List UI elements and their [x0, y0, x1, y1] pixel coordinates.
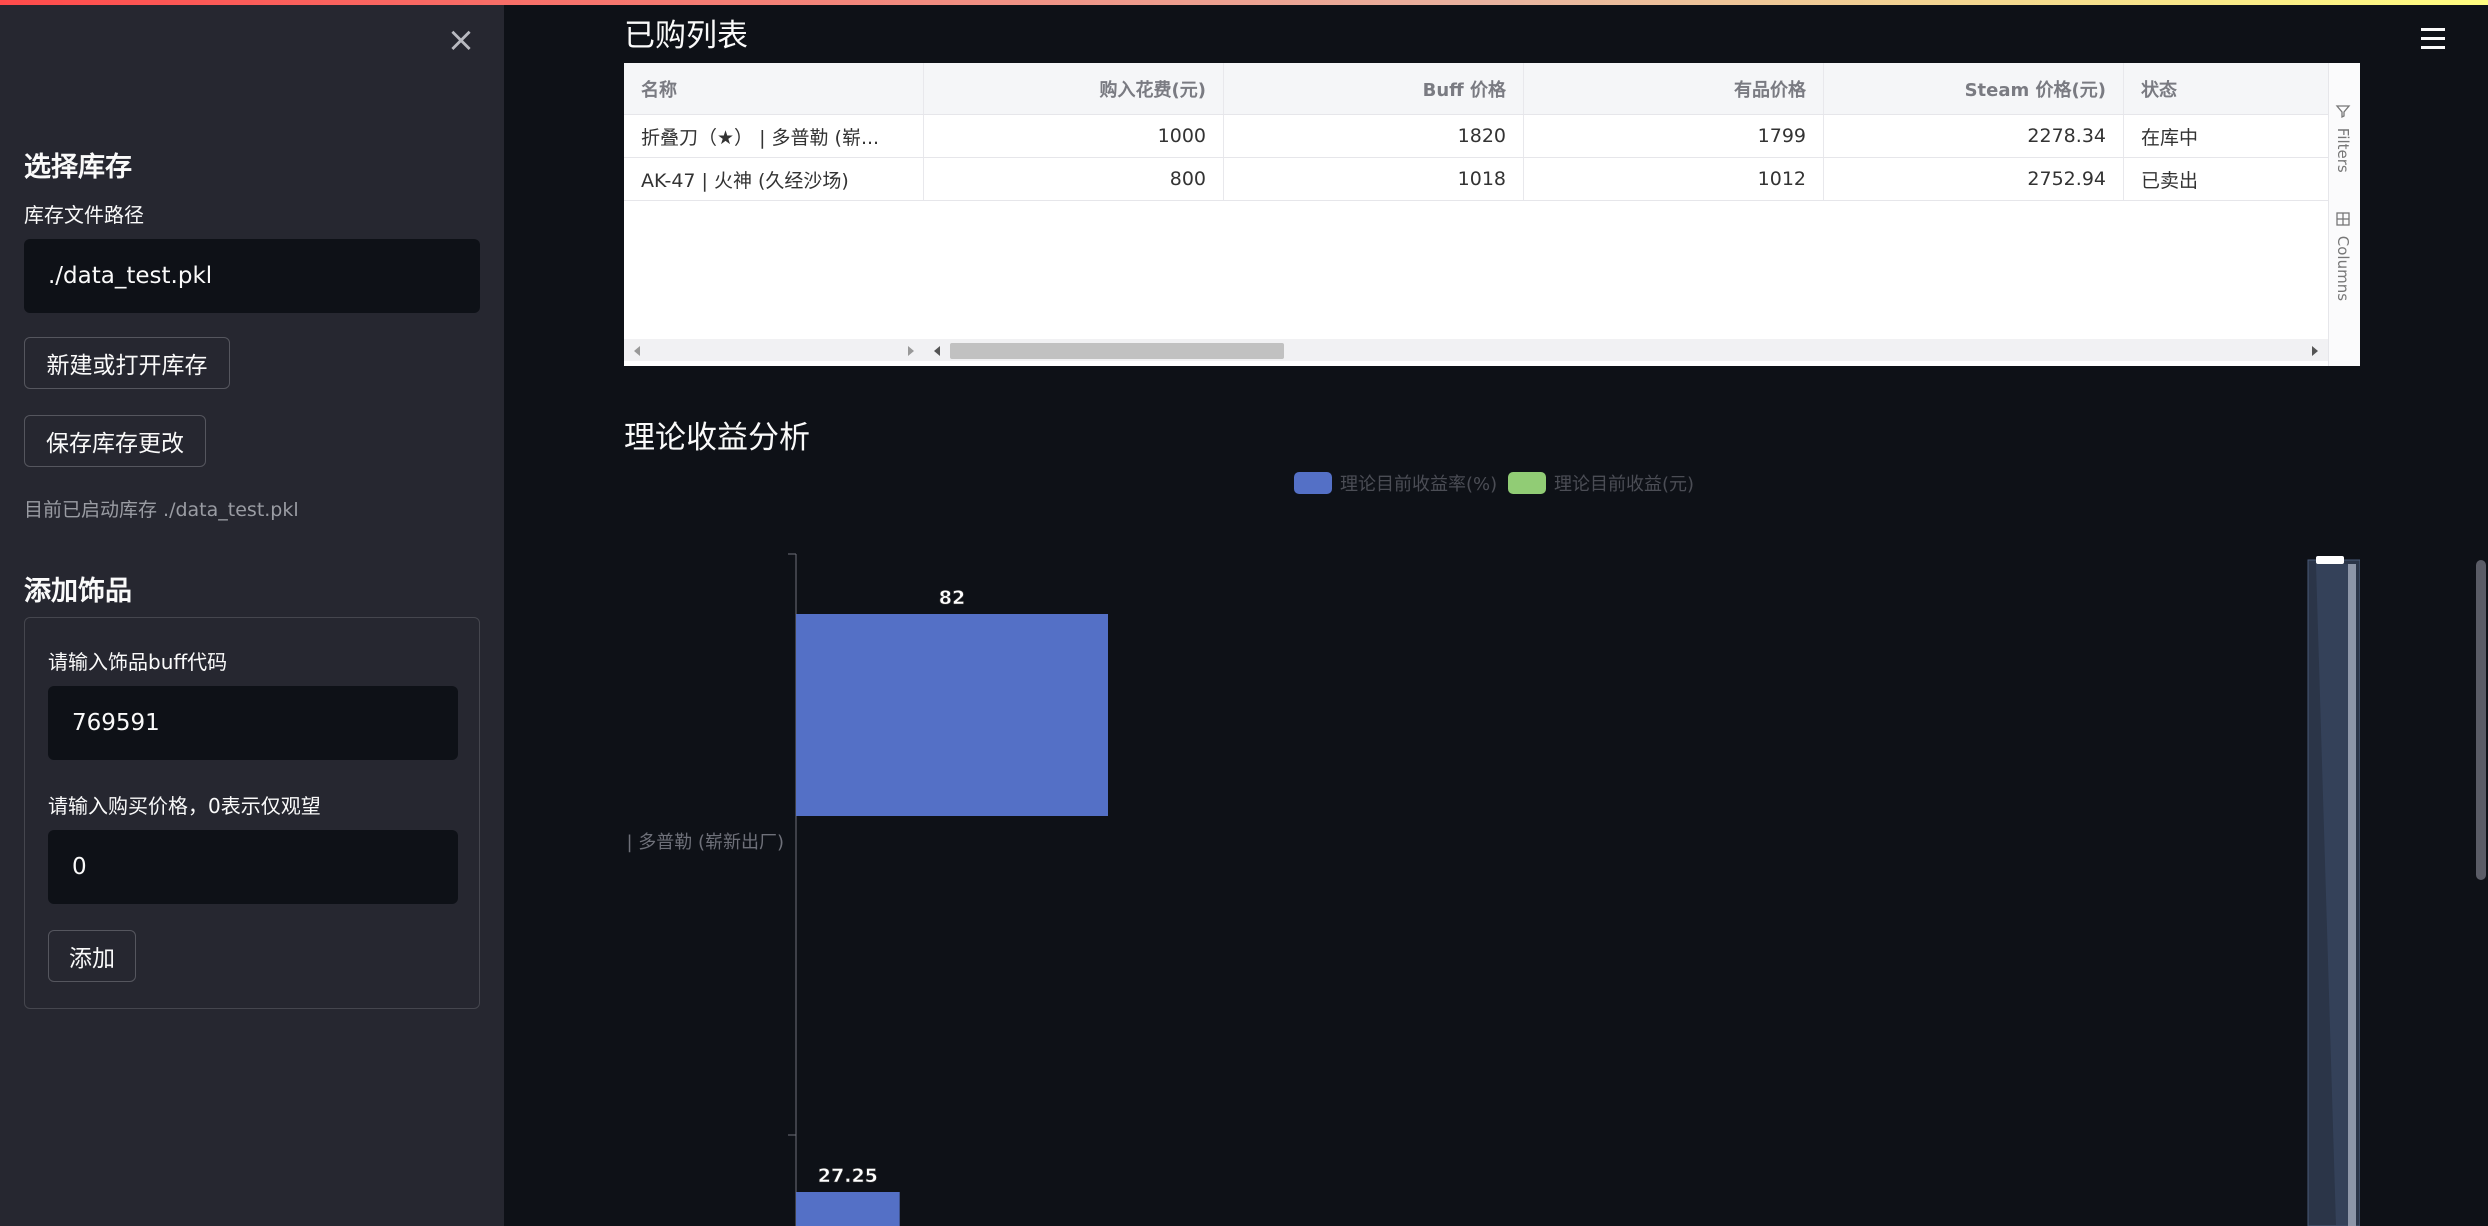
y-tick-label: | 多普勒 (崭新出厂): [626, 832, 784, 853]
bar-data-label: 82: [939, 587, 965, 609]
scroll-right-arrow-icon[interactable]: [2312, 346, 2318, 356]
section-title-select-inventory: 选择库存: [24, 152, 132, 183]
scroll-left-arrow-icon[interactable]: [934, 346, 940, 356]
cell-cost[interactable]: 800: [924, 158, 1224, 200]
close-sidebar-icon[interactable]: ×: [446, 23, 476, 57]
cell-name[interactable]: AK-47 | 火神 (久经沙场): [624, 158, 924, 200]
column-header-status[interactable]: 状态: [2124, 63, 2328, 114]
status-caption: 目前已启动库存 ./data_test.pkl: [24, 499, 299, 521]
filter-icon: [2335, 105, 2351, 119]
purchased-list-title: 已购列表: [624, 18, 748, 54]
code-label: 请输入饰品buff代码: [48, 650, 228, 674]
columns-icon: [2336, 212, 2350, 226]
path-label: 库存文件路径: [24, 203, 144, 227]
save-inventory-button[interactable]: 保存库存更改: [24, 415, 206, 467]
cell-buff-price[interactable]: 1018: [1224, 158, 1524, 200]
buff-code-input[interactable]: 769591: [48, 686, 458, 760]
scroll-right-arrow-icon[interactable]: [908, 346, 914, 356]
columns-toggle[interactable]: Columns: [2334, 211, 2352, 301]
cell-name[interactable]: 折叠刀（★） | 多普勒 (崭...: [624, 115, 924, 157]
scrollbar-thumb[interactable]: [950, 343, 1284, 359]
bars-group: 82 27.25: [796, 587, 1108, 1226]
purchased-table: 名称 购入花费(元) Buff 价格 有品价格 Steam 价格(元) 状态 折…: [624, 63, 2360, 366]
analysis-title: 理论收益分析: [624, 420, 810, 456]
cell-status[interactable]: 在库中: [2124, 115, 2328, 157]
open-inventory-button[interactable]: 新建或打开库存: [24, 337, 230, 389]
chart-plot: | 多普勒 (崭新出厂) 82 27.25: [626, 553, 2360, 1226]
add-item-form: 请输入饰品buff代码 769591 请输入购买价格，0表示仅观望 0 添加: [24, 617, 480, 1009]
add-button[interactable]: 添加: [48, 930, 136, 982]
filters-label: Filters: [2334, 127, 2352, 173]
bar[interactable]: [796, 614, 1108, 816]
table-header: 名称 购入花费(元) Buff 价格 有品价格 Steam 价格(元) 状态: [624, 63, 2328, 115]
price-label: 请输入购买价格，0表示仅观望: [48, 794, 321, 818]
page-scrollbar-thumb[interactable]: [2476, 560, 2486, 880]
sidebar: × 选择库存 库存文件路径 ./data_test.pkl 新建或打开库存 保存…: [0, 5, 504, 1226]
main-menu-icon[interactable]: [2421, 28, 2449, 52]
table-side-toolbar: Filters Columns: [2328, 63, 2360, 366]
zoom-slider-bar[interactable]: [2348, 564, 2356, 1226]
table-horizontal-scrollbar[interactable]: [624, 339, 2328, 361]
columns-label: Columns: [2334, 235, 2352, 302]
column-header-buff-price[interactable]: Buff 价格: [1224, 63, 1524, 114]
profit-chart: 理论目前收益率(%) 理论目前收益(元) | 多普勒 (崭新出厂) 82 27.2…: [624, 460, 2360, 1226]
column-header-name[interactable]: 名称: [624, 63, 924, 114]
cell-steam-price[interactable]: 2278.34: [1824, 115, 2124, 157]
table-row[interactable]: 折叠刀（★） | 多普勒 (崭... 1000 1820 1799 2278.3…: [624, 115, 2328, 158]
section-title-add-item: 添加饰品: [24, 576, 132, 607]
table-grid: 名称 购入花费(元) Buff 价格 有品价格 Steam 价格(元) 状态 折…: [624, 63, 2328, 201]
column-header-youpin-price[interactable]: 有品价格: [1524, 63, 1824, 114]
table-row[interactable]: AK-47 | 火神 (久经沙场) 800 1018 1012 2752.94 …: [624, 158, 2328, 201]
bar[interactable]: [796, 1192, 900, 1226]
price-input[interactable]: 0: [48, 830, 458, 904]
zoom-slider-handle[interactable]: [2316, 556, 2344, 564]
filters-toggle[interactable]: Filters: [2334, 103, 2352, 173]
cell-buff-price[interactable]: 1820: [1224, 115, 1524, 157]
cell-cost[interactable]: 1000: [924, 115, 1224, 157]
column-header-steam-price[interactable]: Steam 价格(元): [1824, 63, 2124, 114]
cell-steam-price[interactable]: 2752.94: [1824, 158, 2124, 200]
cell-status[interactable]: 已卖出: [2124, 158, 2328, 200]
scroll-left-arrow-icon[interactable]: [634, 346, 640, 356]
column-header-cost[interactable]: 购入花费(元): [924, 63, 1224, 114]
bar-data-label: 27.25: [818, 1165, 878, 1187]
path-input[interactable]: ./data_test.pkl: [24, 239, 480, 313]
cell-youpin-price[interactable]: 1799: [1524, 115, 1824, 157]
cell-youpin-price[interactable]: 1012: [1524, 158, 1824, 200]
